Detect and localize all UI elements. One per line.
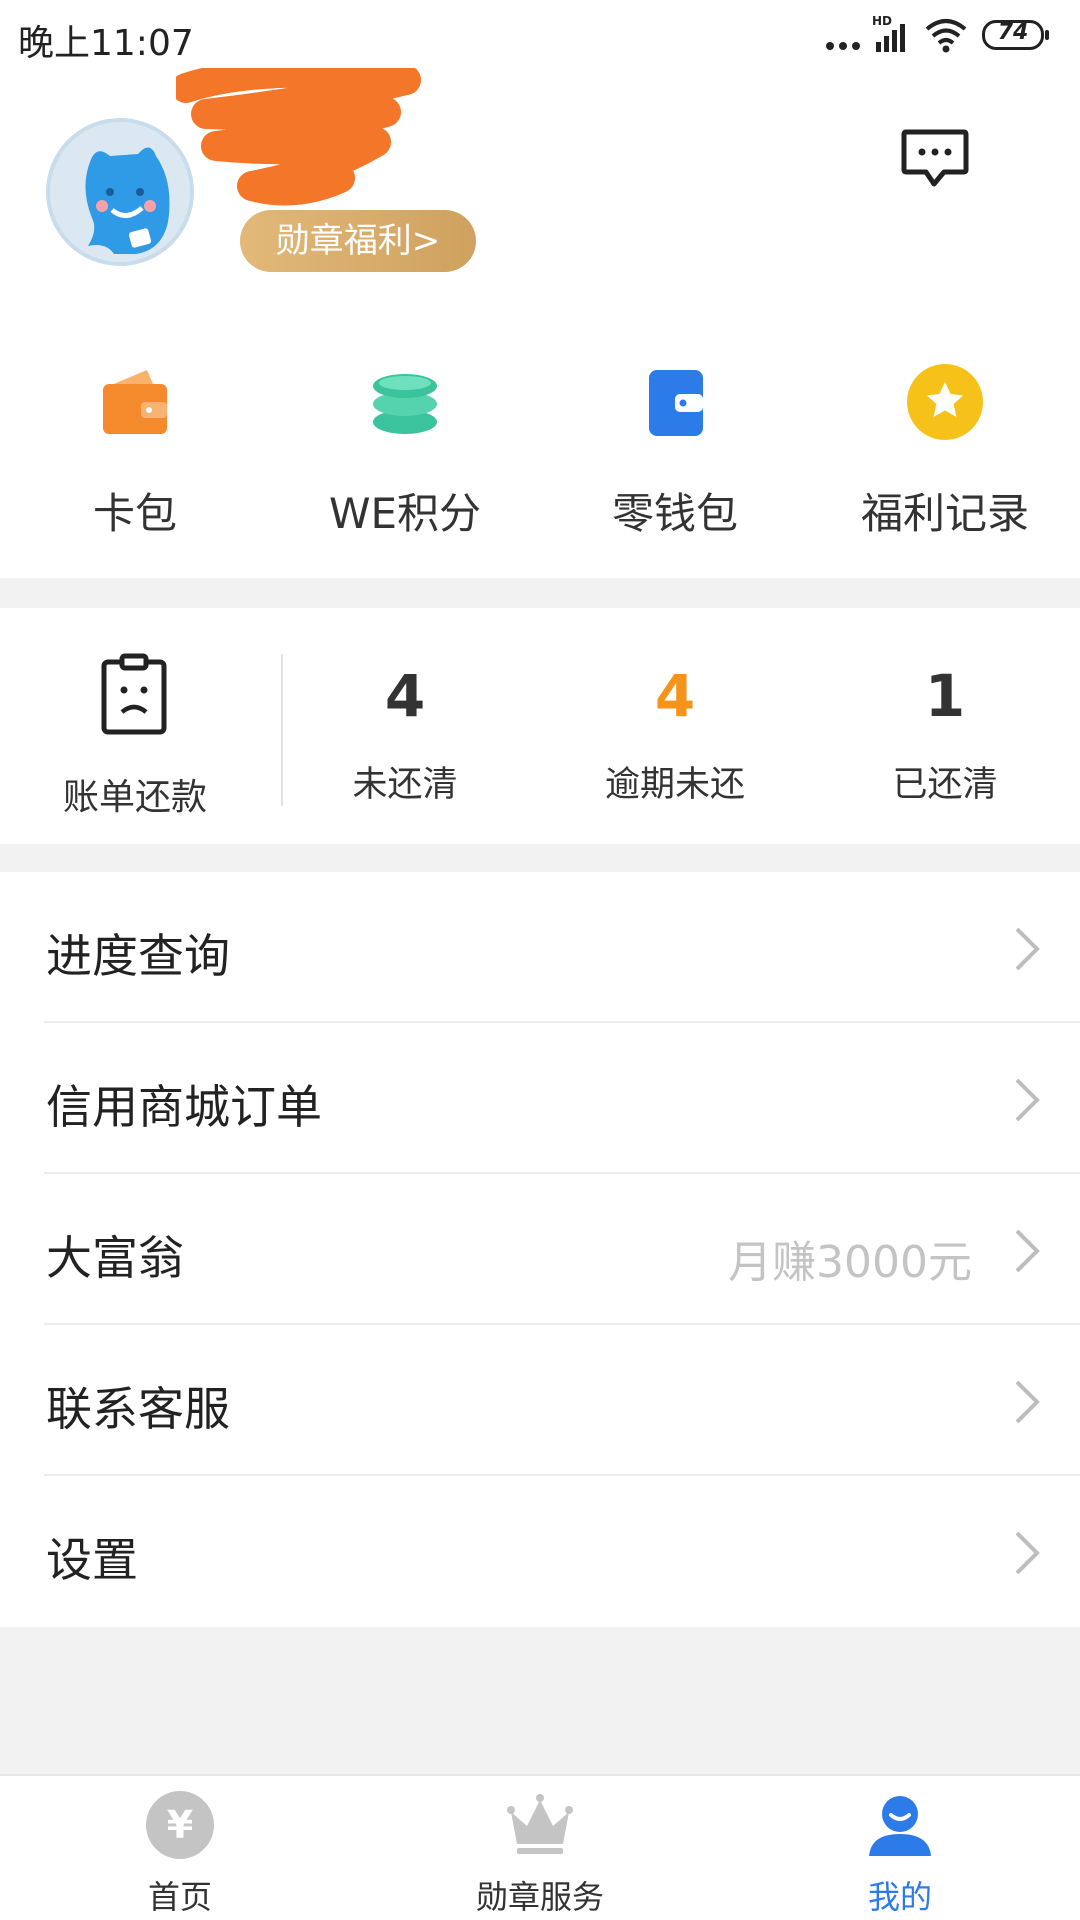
menu-item-progress-query[interactable]: 进度查询 [0,872,1080,1023]
menu-item-label: 设置 [46,1533,138,1587]
bill-stat-label: 已还清 [892,765,998,805]
wifi-icon [925,19,967,53]
crown-icon [507,1794,573,1854]
chevron-right-icon [1015,927,1040,971]
more-dots-icon [826,42,860,52]
medal-welfare-button[interactable]: 勋章福利> [240,210,476,272]
chevron-right-icon [1015,1531,1040,1575]
network-label: HD [872,14,893,28]
menu-item-credit-mall-orders[interactable]: 信用商城订单 [0,1023,1080,1174]
nav-item-medal-service[interactable]: 勋章服务 [360,1776,720,1920]
menu-item-settings[interactable]: 设置 [0,1476,1080,1627]
bill-stat-label: 逾期未还 [604,765,745,805]
profile-header: 勋章福利> [0,68,1080,316]
bill-repayment-button[interactable]: 账单还款 [0,608,270,844]
nav-item-mine[interactable]: 我的 [720,1776,1080,1920]
menu-item-customer-service[interactable]: 联系客服 [0,1325,1080,1476]
nav-label: 勋章服务 [475,1878,604,1916]
nav-label: 首页 [147,1878,212,1916]
menu-item-label: 大富翁 [46,1231,184,1285]
empty-area [0,1627,1080,1774]
name-redaction [176,68,421,206]
cell-signal-icon: HD [872,14,912,52]
bill-stat-value: 4 [654,662,696,730]
sad-clipboard-icon [101,653,167,735]
chevron-right-icon [1015,1078,1040,1122]
battery-icon: 74 [982,20,1049,50]
star-coin-icon [907,364,983,440]
yen-glyph: ¥ [167,1803,193,1847]
bill-stat-label: 未还清 [352,765,458,805]
quick-action-label: 卡包 [92,489,177,538]
nav-item-home[interactable]: ¥ 首页 [0,1776,360,1920]
section-divider [0,844,1080,872]
menu-list: 进度查询 信用商城订单 大富翁 月赚3000元 联系客服 设置 [0,872,1080,1627]
menu-item-label: 进度查询 [46,929,230,983]
nav-label: 我的 [867,1878,932,1916]
bill-stat-value: 1 [924,662,966,730]
bill-stat-overdue[interactable]: 4 逾期未还 [540,608,810,844]
quick-actions: 卡包 WE积分 零钱包 福利记录 [0,340,1080,580]
quick-action-welfare-records[interactable]: 福利记录 [810,340,1080,580]
wallet-icon [103,370,167,434]
menu-item-monopoly[interactable]: 大富翁 月赚3000元 [0,1174,1080,1325]
bill-stat-paid[interactable]: 1 已还清 [810,608,1080,844]
quick-action-label: WE积分 [328,489,482,538]
menu-item-label: 联系客服 [46,1382,230,1436]
quick-action-label: 福利记录 [860,489,1029,538]
purse-icon [649,370,703,436]
coins-stack-icon [373,374,437,434]
chevron-right-icon [1015,1380,1040,1424]
menu-item-subtitle: 月赚3000元 [728,1237,972,1288]
status-bar: 晚上11:07 HD 74 [0,0,1080,76]
bill-repayment-label: 账单还款 [62,777,207,818]
bill-stat-unpaid[interactable]: 4 未还清 [270,608,540,844]
message-icon[interactable] [900,128,970,192]
bill-repayment-section: 账单还款 4 未还清 4 逾期未还 1 已还清 [0,608,1080,844]
menu-item-label: 信用商城订单 [46,1080,322,1134]
quick-action-we-points[interactable]: WE积分 [270,340,540,580]
yen-icon: ¥ [146,1791,214,1859]
quick-action-change-purse[interactable]: 零钱包 [540,340,810,580]
bill-stat-value: 4 [384,662,426,730]
battery-level: 74 [997,20,1029,45]
mascot-icon [50,122,190,262]
chevron-right-icon [1015,1229,1040,1273]
status-indicators: HD 74 [826,14,1066,62]
quick-action-label: 零钱包 [611,489,738,538]
bottom-nav: ¥ 首页 勋章服务 我的 [0,1774,1080,1920]
section-divider [0,578,1080,608]
user-icon [869,1796,931,1856]
status-time: 晚上11:07 [18,23,194,64]
avatar[interactable] [46,118,194,266]
quick-action-card-wallet[interactable]: 卡包 [0,340,270,580]
